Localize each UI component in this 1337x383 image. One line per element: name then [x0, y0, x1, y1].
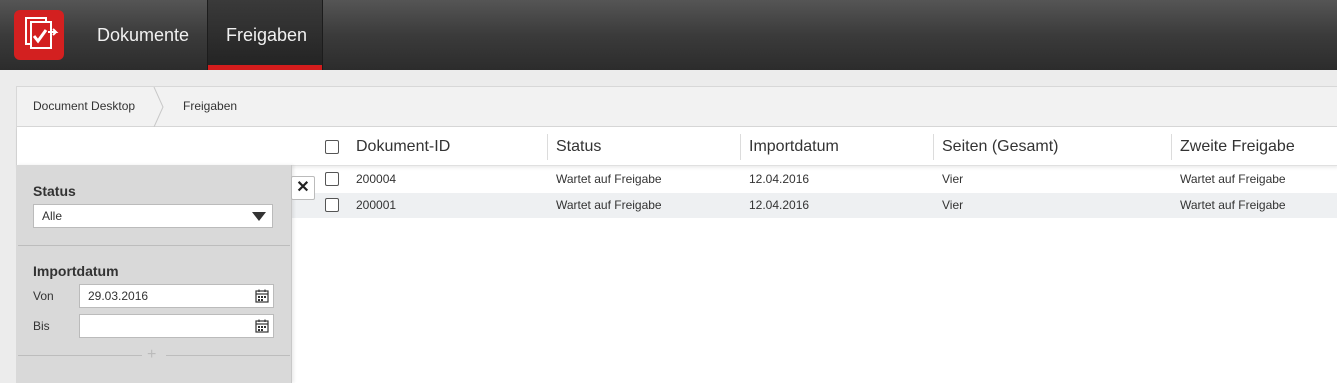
cell-seiten: Vier: [942, 172, 964, 186]
filter-divider: [18, 245, 290, 246]
cell-zweite-freigabe: Wartet auf Freigabe: [1180, 172, 1286, 186]
filter-importdatum-heading: Importdatum: [33, 263, 119, 279]
cell-importdatum: 12.04.2016: [749, 172, 810, 186]
breadcrumb-item-document-desktop[interactable]: Document Desktop: [33, 87, 135, 127]
status-select-value: Alle: [42, 209, 63, 223]
breadcrumb: Document Desktop Freigaben: [17, 87, 1337, 127]
active-tab-indicator: [208, 65, 322, 70]
column-header-seiten[interactable]: Seiten (Gesamt): [933, 134, 1058, 160]
app-logo-icon[interactable]: [14, 10, 64, 60]
close-filter-button[interactable]: ✕: [291, 176, 315, 200]
cell-importdatum: 12.04.2016: [749, 198, 810, 212]
from-date-input[interactable]: 29.03.2016: [79, 284, 274, 308]
table-header: Dokument-ID Status Importdatum Seiten (G…: [17, 127, 1337, 166]
breadcrumb-item-freigaben: Freigaben: [183, 99, 238, 113]
filter-status-heading: Status: [33, 183, 76, 199]
select-all-checkbox[interactable]: [325, 140, 339, 154]
nav-tab-label: Dokumente: [97, 25, 190, 45]
plus-icon[interactable]: +: [147, 346, 156, 364]
column-header-dokument-id[interactable]: Dokument-ID: [348, 127, 450, 166]
row-checkbox[interactable]: [325, 172, 339, 186]
nav-tab-label: Freigaben: [226, 25, 308, 45]
cell-dokument-id: 200001: [356, 198, 397, 212]
to-date-input[interactable]: [79, 314, 274, 338]
calendar-icon[interactable]: [255, 319, 269, 333]
nav-tab-dokumente[interactable]: Dokumente: [79, 0, 207, 70]
status-select[interactable]: Alle: [33, 204, 273, 228]
calendar-icon[interactable]: [255, 289, 269, 303]
column-header-importdatum[interactable]: Importdatum: [740, 134, 839, 160]
row-checkbox[interactable]: [325, 198, 339, 212]
close-icon: ✕: [296, 179, 310, 196]
from-date-value: 29.03.2016: [88, 289, 149, 303]
cell-status: Wartet auf Freigabe: [556, 198, 662, 212]
cell-zweite-freigabe: Wartet auf Freigabe: [1180, 198, 1286, 212]
top-nav-bar: Dokumente Freigaben: [0, 0, 1337, 70]
filter-divider: [166, 355, 290, 356]
chevron-down-icon: [252, 212, 266, 221]
to-label: Bis: [33, 319, 50, 333]
column-header-status[interactable]: Status: [547, 134, 601, 160]
filter-sidebar: Status Alle Importdatum Von 29.03.2016 B…: [16, 165, 292, 383]
filter-divider: [18, 355, 142, 356]
from-label: Von: [33, 289, 54, 303]
cell-seiten: Vier: [942, 198, 964, 212]
nav-tab-freigaben[interactable]: Freigaben: [207, 0, 323, 70]
cell-status: Wartet auf Freigabe: [556, 172, 662, 186]
column-header-zweite-freigabe[interactable]: Zweite Freigabe: [1171, 134, 1295, 160]
breadcrumb-separator-icon: [153, 87, 164, 127]
cell-dokument-id: 200004: [356, 172, 397, 186]
